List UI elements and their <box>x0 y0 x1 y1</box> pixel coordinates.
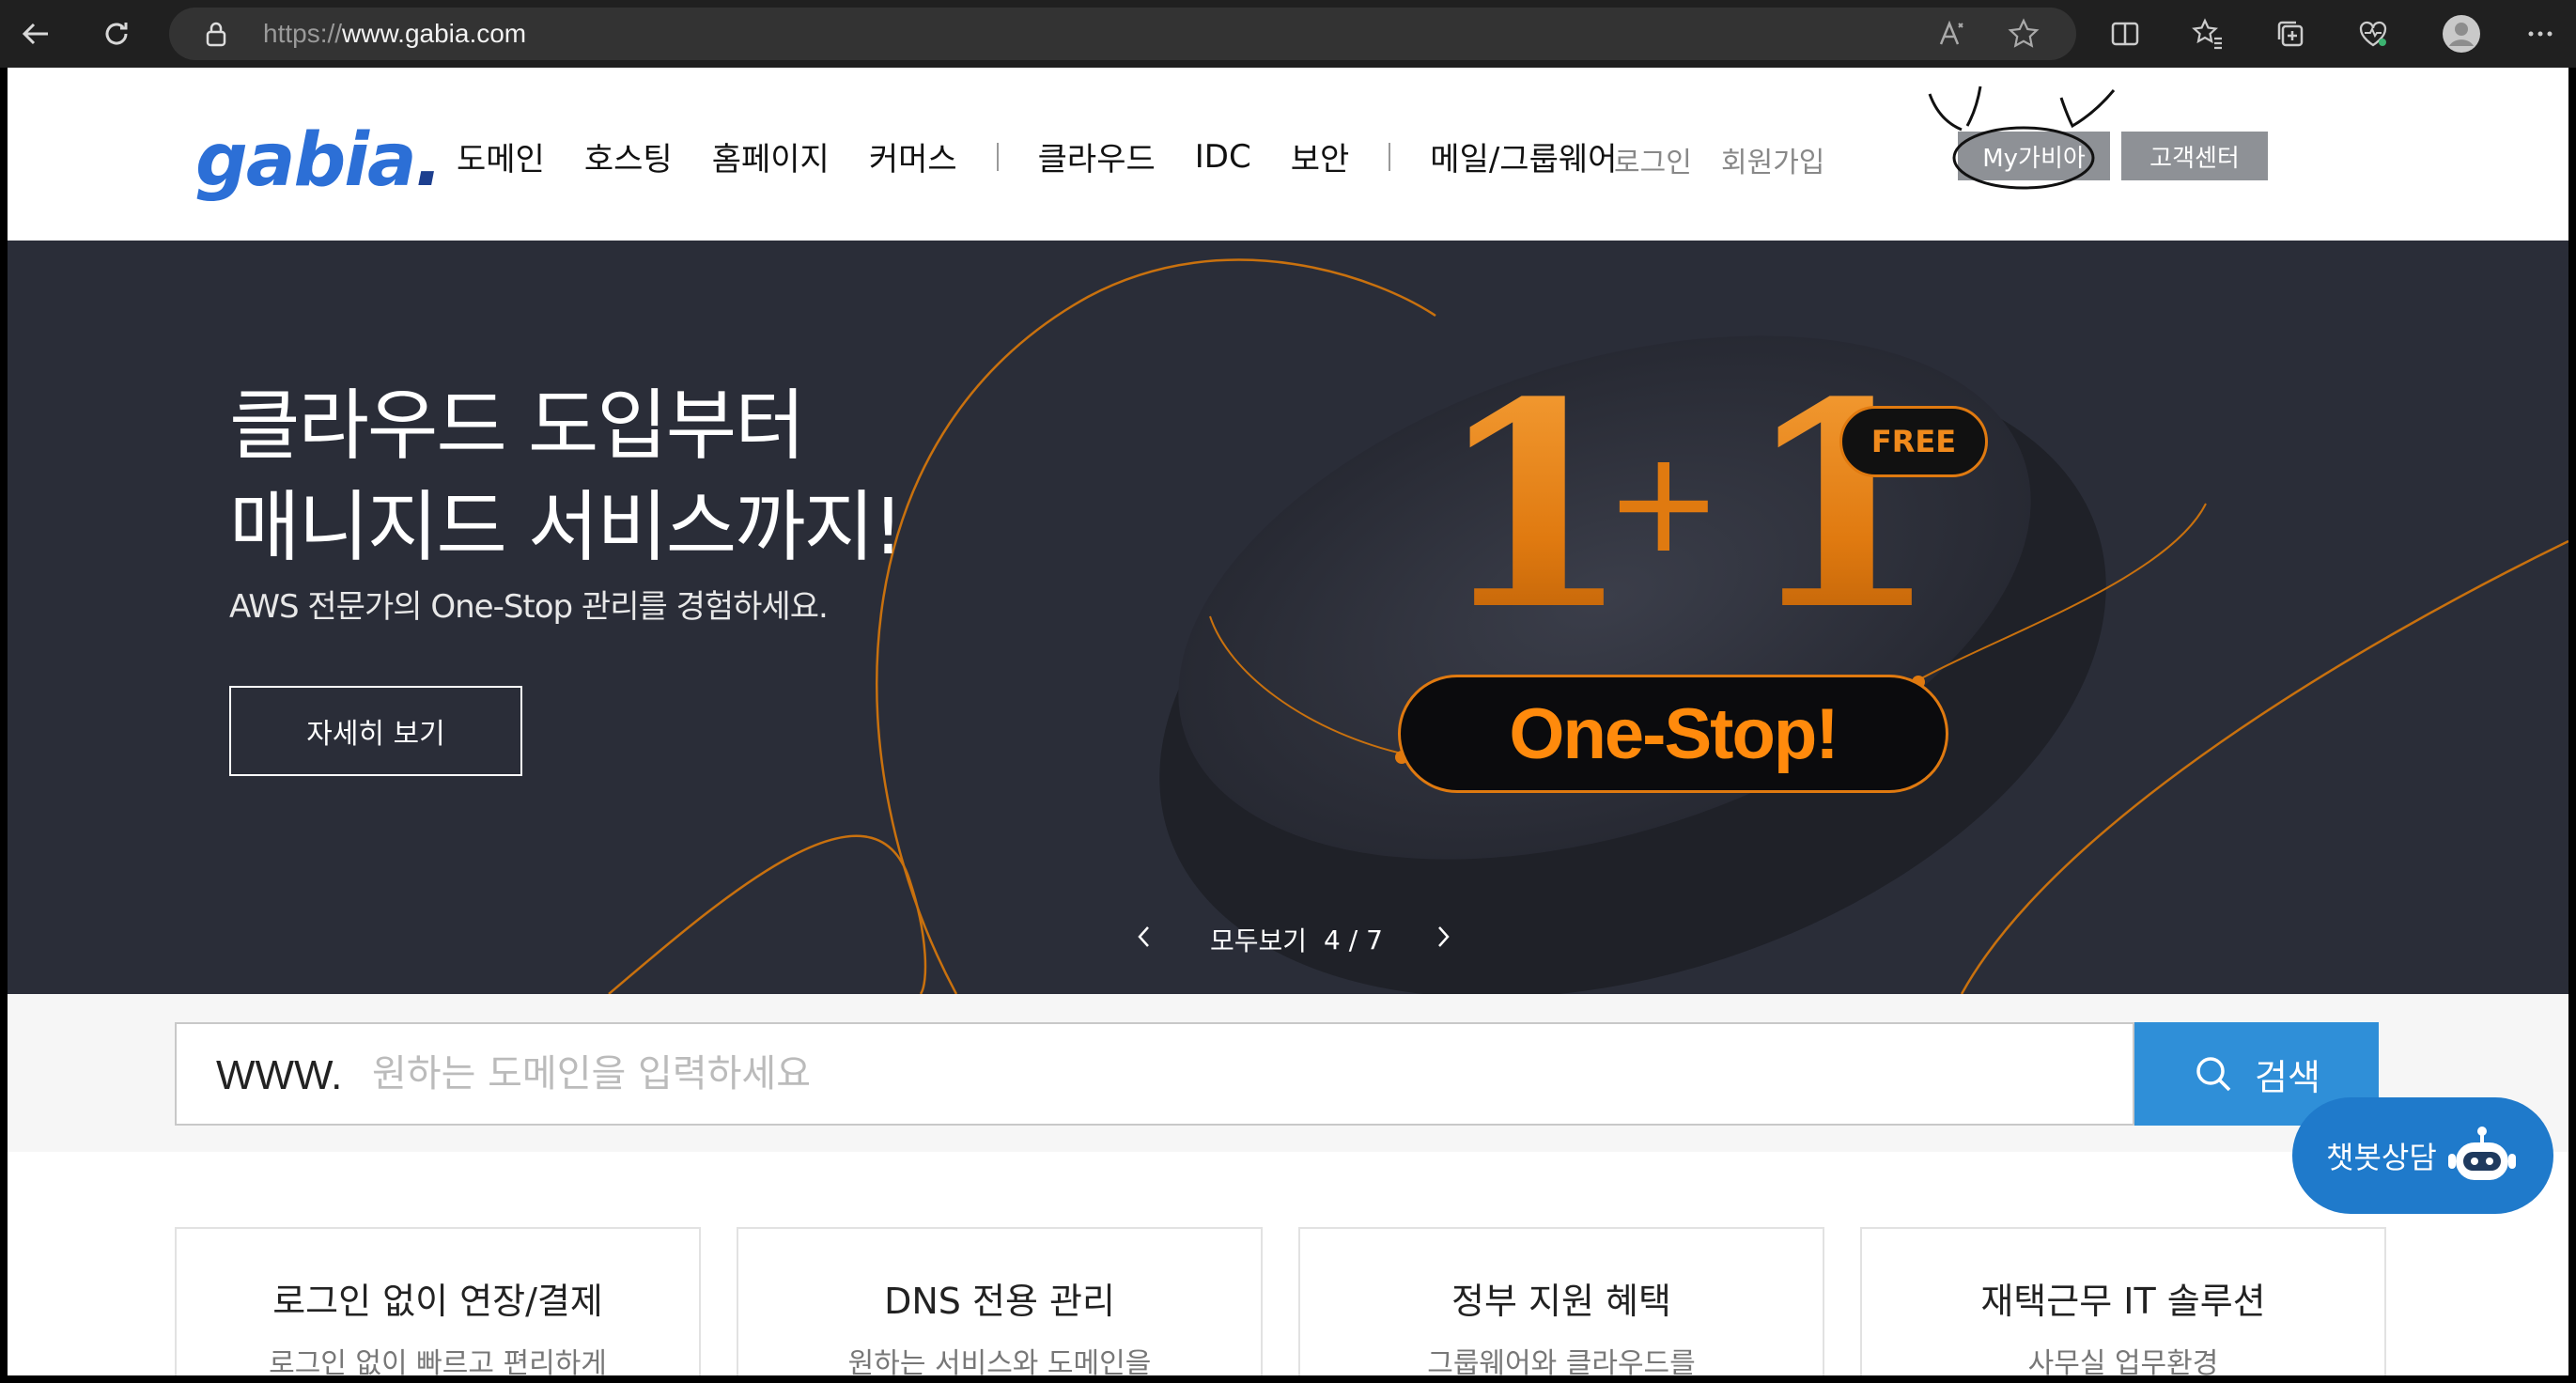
card-title: DNS 전용 관리 <box>884 1281 1115 1322</box>
slide-counter: 4 / 7 <box>1324 924 1383 956</box>
card-dns-management[interactable]: DNS 전용 관리 원하는 서비스와 도메인을 <box>737 1227 1263 1375</box>
card-title: 로그인 없이 연장/결제 <box>272 1281 603 1322</box>
web-page: gabia. 도메인 호스팅 홈페이지 커머스 클라우드 IDC 보안 메일/그… <box>8 68 2568 1375</box>
chatbot-label: 챗봇상담 <box>2326 1140 2437 1175</box>
nav-hosting[interactable]: 호스팅 <box>584 133 673 179</box>
promo-number-left: 1 <box>1435 340 1632 672</box>
view-all-link[interactable]: 모두보기 <box>1210 921 1307 958</box>
search-button-label: 검색 <box>2255 1056 2320 1098</box>
read-aloud-icon[interactable] <box>1935 17 1969 51</box>
logo-text: gabia <box>195 118 417 203</box>
card-subtitle: 원하는 서비스와 도메인을 <box>847 1347 1152 1375</box>
login-link[interactable]: 로그인 <box>1614 139 1692 180</box>
refresh-icon[interactable] <box>94 11 139 56</box>
more-options-icon[interactable] <box>2518 11 2563 56</box>
banner-pager: 모두보기 4 / 7 <box>1125 921 1462 958</box>
chatbot-button[interactable]: 챗봇상담 <box>2292 1097 2553 1214</box>
nav-mail-groupware[interactable]: 메일/그룹웨어 <box>1430 133 1617 179</box>
nav-divider <box>996 142 999 171</box>
domain-search-box: WWW. <box>175 1022 2134 1126</box>
one-stop-badge: One-Stop! <box>1398 675 1948 793</box>
nav-cloud[interactable]: 클라우드 <box>1038 133 1156 179</box>
hero-subtitle: AWS 전문가의 One-Stop 관리를 경험하세요. <box>229 588 829 626</box>
promo-number-right: 1 <box>1744 340 1940 672</box>
my-gabia-button[interactable]: My가비아 <box>1958 132 2110 180</box>
nav-domain[interactable]: 도메인 <box>457 133 545 179</box>
url-host: www.gabia.com <box>342 19 527 48</box>
favorite-star-icon[interactable] <box>2007 17 2041 51</box>
lock-icon[interactable] <box>201 19 231 49</box>
card-remote-work[interactable]: 재택근무 IT 솔루션 사무실 업무환경 <box>1860 1227 2386 1375</box>
favorites-icon[interactable] <box>2185 11 2230 56</box>
card-subtitle: 사무실 업무환경 <box>2027 1347 2219 1375</box>
domain-search-section: WWW. 검색 <box>8 994 2568 1152</box>
browser-essentials-icon[interactable] <box>2351 11 2396 56</box>
split-screen-icon[interactable] <box>2103 11 2148 56</box>
card-subtitle: 그룹웨어와 클라우드를 <box>1427 1347 1696 1375</box>
collections-icon[interactable] <box>2268 11 2313 56</box>
prev-slide-icon[interactable] <box>1125 921 1163 958</box>
logo-dot: . <box>414 118 443 203</box>
site-header: gabia. 도메인 호스팅 홈페이지 커머스 클라우드 IDC 보안 메일/그… <box>8 68 2568 241</box>
free-badge: FREE <box>1839 406 1988 477</box>
profile-avatar-icon[interactable] <box>2439 11 2484 56</box>
details-button[interactable]: 자세히 보기 <box>229 686 522 776</box>
nav-idc[interactable]: IDC <box>1195 138 1251 176</box>
card-subtitle: 로그인 없이 빠르고 편리하게 <box>269 1347 607 1375</box>
search-icon <box>2196 1057 2231 1092</box>
customer-center-button[interactable]: 고객센터 <box>2121 132 2268 180</box>
gabia-logo[interactable]: gabia. <box>195 118 443 203</box>
card-title: 정부 지원 혜택 <box>1451 1281 1671 1322</box>
signup-link[interactable]: 회원가입 <box>1721 139 1824 180</box>
promo-plus: + <box>1605 421 1723 584</box>
back-icon[interactable] <box>13 11 58 56</box>
hero-banner: 1 + 1 클라우드 도입부터 매니지드 서비스까지! AWS 전문가의 One… <box>8 241 2568 994</box>
main-navigation: 도메인 호스팅 홈페이지 커머스 클라우드 IDC 보안 메일/그룹웨어 <box>457 133 1656 179</box>
domain-search-input[interactable] <box>372 1043 2063 1105</box>
robot-icon <box>2448 1127 2516 1180</box>
nav-divider <box>1389 142 1391 171</box>
url-text[interactable]: https://www.gabia.com <box>263 19 526 49</box>
hero-title-line2: 매니지드 서비스까지! <box>229 483 904 572</box>
nav-homepage[interactable]: 홈페이지 <box>712 133 830 179</box>
nav-commerce[interactable]: 커머스 <box>869 133 957 179</box>
www-prefix: WWW. <box>216 1052 343 1098</box>
browser-toolbar: https://www.gabia.com <box>0 0 2576 68</box>
quick-service-cards: 로그인 없이 연장/결제 로그인 없이 빠르고 편리하게 DNS 전용 관리 원… <box>175 1227 2401 1375</box>
nav-security[interactable]: 보안 <box>1291 133 1350 179</box>
address-bar[interactable]: https://www.gabia.com <box>169 8 2076 60</box>
card-government-support[interactable]: 정부 지원 혜택 그룹웨어와 클라우드를 <box>1298 1227 1824 1375</box>
url-prefix: https:// <box>263 19 343 48</box>
card-title: 재택근무 IT 솔루션 <box>1980 1281 2266 1322</box>
card-renew-without-login[interactable]: 로그인 없이 연장/결제 로그인 없이 빠르고 편리하게 <box>175 1227 701 1375</box>
hero-title: 클라우드 도입부터 매니지드 서비스까지! <box>229 376 904 579</box>
next-slide-icon[interactable] <box>1424 921 1462 958</box>
hero-title-line1: 클라우드 도입부터 <box>229 381 806 471</box>
